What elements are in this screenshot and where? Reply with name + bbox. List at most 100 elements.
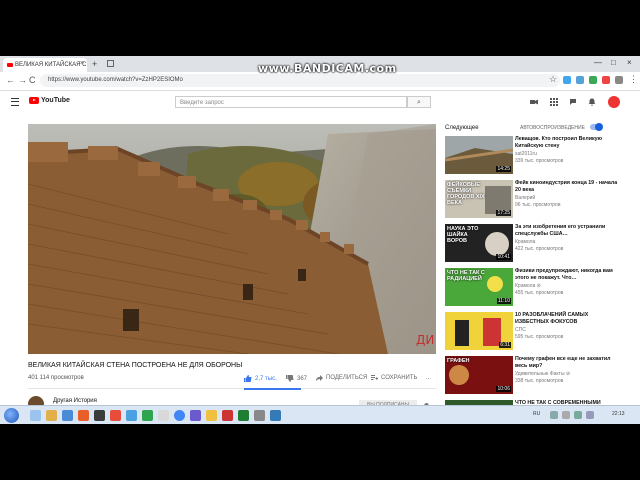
thumbnail-caption: ФЕЙКОВЫЕ СЪЁМКИ ГОРОДОВ XIX ВЕКА	[447, 182, 485, 206]
extension-icon[interactable]	[615, 76, 623, 84]
network-icon[interactable]	[574, 411, 582, 419]
back-button[interactable]: ←	[6, 75, 15, 85]
recommendation-channel: СПС	[515, 327, 526, 333]
app-icon[interactable]	[142, 410, 153, 421]
app-icon[interactable]	[78, 410, 89, 421]
search-input[interactable]: Введите запрос	[175, 96, 407, 108]
app-icon[interactable]	[158, 410, 169, 421]
url-text: https://www.youtube.com/watch?v=ZzHP2ESI…	[48, 77, 183, 83]
recommendation-item[interactable]: ФЕЙКОВЫЕ СЪЁМКИ ГОРОДОВ XIX ВЕКА 17:25 Фей…	[445, 180, 625, 218]
hamburger-menu-icon[interactable]	[11, 98, 19, 106]
extension-icon[interactable]	[589, 76, 597, 84]
screen: ВЕЛИКАЯ КИТАЙСКАЯ С × + — □ × ← → C http…	[0, 56, 640, 424]
messages-icon[interactable]	[569, 98, 577, 106]
app-icon[interactable]	[190, 410, 201, 421]
video-player[interactable]: ДИ	[28, 124, 436, 354]
recommendation-title[interactable]: Физики предупреждают, никогда вам этого …	[515, 268, 621, 281]
app-icon[interactable]	[126, 410, 137, 421]
bandicam-icon[interactable]	[110, 410, 121, 421]
recommendation-item[interactable]: НАУКА ЭТО ШАЙКА ВОРОВ 10:41 За эти изобрет…	[445, 224, 625, 262]
autoplay-label: АВТОВОСПРОИЗВЕДЕНИЕ	[520, 125, 585, 131]
logo-text: YouTube	[41, 97, 70, 104]
bookmark-star-icon[interactable]: ☆	[549, 74, 557, 85]
upload-video-icon[interactable]	[530, 98, 538, 106]
share-button[interactable]: ПОДЕЛИТЬСЯ	[316, 375, 367, 381]
reload-button[interactable]: C	[29, 75, 36, 85]
language-indicator[interactable]: RU	[533, 411, 540, 417]
recommendation-title[interactable]: 10 РАЗОБЛАЧЕНИЙ САМЫХ ИЗВЕСТНЫХ ФОКУСОВ	[515, 312, 621, 325]
media-player-icon[interactable]	[62, 410, 73, 421]
like-ratio-bar	[244, 388, 301, 390]
recommendation-views: 338 тыс. просмотров	[515, 378, 564, 384]
app-icon[interactable]	[238, 410, 249, 421]
recommendation-views: 422 тыс. просмотров	[515, 246, 564, 252]
letterbox-bottom	[0, 424, 640, 480]
app-icon[interactable]	[94, 410, 105, 421]
browser-tab[interactable]: ВЕЛИКАЯ КИТАЙСКАЯ С ×	[3, 58, 87, 72]
recommendation-item[interactable]: 14:25 Леващов. Кто построил Великую Китай…	[445, 136, 625, 174]
more-actions-button[interactable]: ...	[426, 375, 431, 381]
app-icon[interactable]	[270, 410, 281, 421]
app-icon[interactable]	[222, 410, 233, 421]
youtube-logo[interactable]: YouTube	[29, 97, 70, 104]
like-button[interactable]: 2,7 тыс.	[244, 375, 277, 382]
thumbnail-caption: НАУКА ЭТО ШАЙКА ВОРОВ	[447, 226, 479, 244]
window-icon[interactable]	[107, 60, 114, 67]
extension-icon[interactable]	[576, 76, 584, 84]
extension-icon[interactable]	[563, 76, 571, 84]
window-minimize-button[interactable]: —	[594, 58, 602, 67]
thumbs-down-icon	[286, 375, 294, 382]
recommendation-title[interactable]: За эти изобретения его устранили спецслу…	[515, 224, 621, 237]
recommendation-thumbnail[interactable]: ЧТО НЕ ТАК С РАДИАЦИЕЙ 11:10	[445, 268, 513, 306]
recommendation-item[interactable]: 6:31 10 РАЗОБЛАЧЕНИЙ САМЫХ ИЗВЕСТНЫХ ФОКУ…	[445, 312, 625, 350]
url-input[interactable]: https://www.youtube.com/watch?v=ZzHP2ESI…	[40, 74, 560, 87]
save-button[interactable]: СОХРАНИТЬ	[371, 375, 417, 381]
forward-button[interactable]: →	[18, 75, 27, 85]
bandicam-watermark: www.BANDICAM.com	[258, 62, 397, 75]
new-tab-button[interactable]: +	[92, 59, 97, 69]
ie-icon[interactable]	[30, 410, 41, 421]
tab-close-icon[interactable]: ×	[80, 60, 84, 67]
search-button[interactable]: ⌕	[407, 96, 431, 108]
svg-text:ДИ: ДИ	[416, 333, 434, 347]
recommendation-title[interactable]: Леващов. Кто построил Великую Китайскую …	[515, 136, 621, 149]
window-close-button[interactable]: ×	[627, 58, 632, 67]
recommendation-item[interactable]: ГРАФЕН 10:06 Почему графен все еще не захв…	[445, 356, 625, 394]
recommendation-channel: Валерий	[515, 195, 536, 201]
recommendation-thumbnail[interactable]: ГРАФЕН 10:06	[445, 356, 513, 394]
recommendation-thumbnail[interactable]: 14:25	[445, 136, 513, 174]
letterbox-top	[0, 0, 640, 56]
app-icon[interactable]	[254, 410, 265, 421]
volume-icon[interactable]	[586, 411, 594, 419]
youtube-favicon-icon	[7, 63, 13, 67]
start-button[interactable]	[4, 408, 19, 423]
video-duration: 6:31	[499, 342, 511, 348]
chrome-icon[interactable]	[174, 410, 185, 421]
dislike-button[interactable]: 367	[286, 375, 307, 382]
recommendation-title[interactable]: Фейк киноиндустрия конца 19 - начала 20 …	[515, 180, 621, 193]
apps-grid-icon[interactable]	[550, 98, 558, 106]
recommendation-thumbnail[interactable]: 6:31	[445, 312, 513, 350]
autoplay-toggle[interactable]	[590, 123, 603, 131]
youtube-play-icon	[29, 97, 39, 104]
video-duration: 17:25	[496, 210, 511, 216]
channel-name[interactable]: Другая История	[53, 398, 97, 404]
window-maximize-button[interactable]: □	[611, 58, 616, 67]
notifications-bell-icon[interactable]	[588, 98, 596, 106]
recommendation-thumbnail[interactable]: ФЕЙКОВЫЕ СЪЁМКИ ГОРОДОВ XIX ВЕКА 17:25	[445, 180, 513, 218]
up-next-label: Следующее	[445, 125, 479, 131]
tray-icon[interactable]	[550, 411, 558, 419]
recommendation-thumbnail[interactable]: НАУКА ЭТО ШАЙКА ВОРОВ 10:41	[445, 224, 513, 262]
recommendation-title[interactable]: Почему графен все еще не захватил весь м…	[515, 356, 621, 369]
avatar[interactable]	[608, 96, 620, 108]
app-icon[interactable]	[206, 410, 217, 421]
recommendation-channel: Крамола ⊘	[515, 283, 541, 289]
extension-icon[interactable]	[602, 76, 610, 84]
clock[interactable]: 22:13	[612, 411, 625, 417]
explorer-folder-icon[interactable]	[46, 410, 57, 421]
tab-title: ВЕЛИКАЯ КИТАЙСКАЯ С	[15, 62, 87, 68]
recommendation-item[interactable]: ЧТО НЕ ТАК С РАДИАЦИЕЙ 11:10 Физики предуп…	[445, 268, 625, 306]
browser-menu-icon[interactable]: ⋮	[629, 74, 638, 85]
video-duration: 10:41	[496, 254, 511, 260]
tray-icon[interactable]	[562, 411, 570, 419]
